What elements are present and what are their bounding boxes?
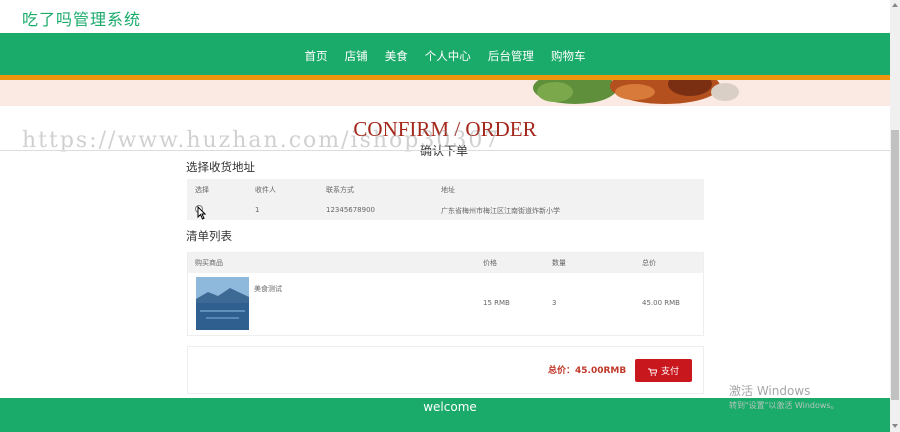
- list-section-title: 清单列表: [186, 229, 232, 243]
- site-title[interactable]: 吃了吗管理系统: [22, 6, 141, 30]
- nav-item-shops[interactable]: 店铺: [345, 48, 368, 64]
- product-name[interactable]: 美食测试: [254, 284, 282, 294]
- pay-button-label: 支付: [660, 366, 679, 376]
- top-bar: 吃了吗管理系统: [0, 0, 890, 33]
- list-col-product: 购买商品: [195, 259, 223, 267]
- banner-image: [0, 80, 890, 106]
- order-list-table: [187, 252, 704, 336]
- address-col-select: 选择: [195, 186, 209, 194]
- scroll-down-arrow-icon[interactable]: [892, 424, 898, 428]
- address-col-address: 地址: [441, 186, 455, 194]
- total-price-label: 总价：45.00RMB: [548, 366, 627, 376]
- address-detail: 广东省梅州市梅江区江南街道炸新小学: [441, 207, 560, 215]
- product-quantity: 3: [552, 299, 557, 307]
- scrollbar-thumb[interactable]: [891, 130, 899, 400]
- address-col-contact: 联系方式: [326, 186, 354, 194]
- lake-photo-picture: [196, 277, 249, 330]
- order-list-header: [188, 253, 703, 273]
- nav-item-admin[interactable]: 后台管理: [488, 48, 534, 64]
- product-price: 15 RMB: [483, 299, 510, 307]
- heading-divider: [0, 150, 890, 151]
- scroll-up-arrow-icon[interactable]: [892, 3, 898, 7]
- nav-item-profile[interactable]: 个人中心: [425, 48, 471, 64]
- main-navbar: 首页 店铺 美食 个人中心 后台管理 购物车: [0, 33, 890, 75]
- product-total: 45.00 RMB: [642, 299, 680, 307]
- product-image[interactable]: [196, 277, 249, 330]
- food-banner-picture: [533, 80, 739, 104]
- windows-activation-title: 激活 Windows: [729, 384, 811, 398]
- list-col-total: 总价: [642, 259, 656, 267]
- cart-icon: [647, 368, 657, 376]
- list-col-price: 价格: [483, 259, 497, 267]
- nav-list: 首页 店铺 美食 个人中心 后台管理 购物车: [0, 45, 890, 64]
- nav-item-food[interactable]: 美食: [385, 48, 408, 64]
- address-section-title: 选择收货地址: [186, 160, 255, 174]
- mouse-cursor-icon: [197, 206, 206, 220]
- order-summary-box: [187, 346, 704, 394]
- address-col-recipient: 收件人: [255, 186, 276, 194]
- nav-item-cart[interactable]: 购物车: [551, 48, 586, 64]
- windows-activation-subtitle: 转到"设置"以激活 Windows。: [729, 401, 839, 410]
- address-phone: 12345678900: [326, 206, 375, 214]
- address-recipient: 1: [255, 206, 260, 214]
- list-col-quantity: 数量: [552, 259, 566, 267]
- nav-item-home[interactable]: 首页: [305, 48, 328, 64]
- pay-button[interactable]: 支付: [635, 359, 692, 382]
